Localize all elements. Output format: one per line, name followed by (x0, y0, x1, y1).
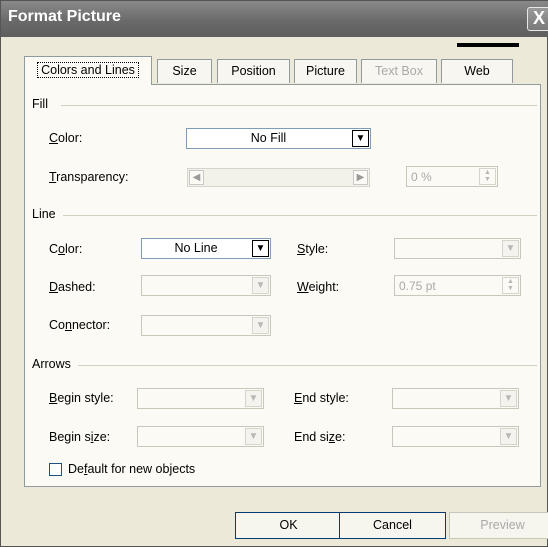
fill-color-value: No Fill (250, 131, 287, 145)
begin-style-label: Begin style: (49, 391, 114, 405)
close-icon: X (532, 8, 545, 28)
tab-text-box: Text Box (361, 59, 437, 83)
chevron-down-icon: ▼ (245, 390, 262, 407)
title-accent-bar (457, 43, 519, 47)
transparency-slider: ◀ ▶ (187, 168, 370, 187)
chevron-down-icon: ▼ (500, 428, 517, 445)
end-style-label: End style: (294, 391, 349, 405)
weight-spinner: 0.75 pt ▲ ▼ (394, 275, 521, 296)
fill-legend: Fill (32, 97, 48, 111)
title-bar: Format Picture X (1, 1, 548, 37)
line-color-label: Color: (49, 242, 83, 256)
close-button[interactable]: X (527, 7, 548, 31)
dashed-dropdown: ▼ (141, 275, 271, 296)
connector-dropdown: ▼ (141, 315, 271, 336)
connector-label: Connector: (49, 318, 111, 332)
chevron-down-icon[interactable]: ▼ (352, 130, 369, 147)
tab-size[interactable]: Size (157, 59, 212, 83)
fill-color-dropdown[interactable]: No Fill ▼ (186, 128, 371, 149)
default-for-new-objects-checkbox[interactable] (49, 463, 62, 476)
begin-size-label: Begin size: (49, 430, 111, 444)
chevron-down-icon: ▼ (252, 317, 269, 334)
transparency-value: 0 % (411, 170, 432, 184)
chevron-down-icon: ▼ (252, 277, 269, 294)
slider-left-arrow-icon: ◀ (189, 170, 204, 185)
fill-divider (61, 105, 537, 106)
begin-size-dropdown: ▼ (137, 426, 264, 447)
chevron-down-icon: ▼ (245, 428, 262, 445)
spin-arrows-icon: ▲ ▼ (502, 277, 519, 294)
end-size-dropdown: ▼ (392, 426, 519, 447)
preview-button: Preview (449, 512, 548, 539)
tab-position[interactable]: Position (217, 59, 290, 83)
spin-arrows-icon: ▲ ▼ (479, 168, 496, 185)
transparency-spinner: 0 % ▲ ▼ (406, 166, 498, 187)
ok-button[interactable]: OK (235, 512, 342, 539)
tab-web[interactable]: Web (441, 59, 513, 83)
arrows-legend: Arrows (32, 357, 71, 371)
line-divider (63, 215, 537, 216)
line-color-value: No Line (174, 241, 218, 255)
arrows-divider (78, 365, 537, 366)
dashed-label: Dashed: (49, 280, 96, 294)
dialog-title: Format Picture (8, 8, 121, 25)
transparency-label: Transparency: (49, 170, 129, 184)
chevron-down-icon[interactable]: ▼ (252, 240, 269, 257)
end-style-dropdown: ▼ (392, 388, 519, 409)
begin-style-dropdown: ▼ (137, 388, 264, 409)
line-color-dropdown[interactable]: No Line ▼ (141, 238, 271, 259)
style-dropdown: ▼ (394, 238, 521, 259)
tab-picture[interactable]: Picture (294, 59, 357, 83)
slider-right-arrow-icon: ▶ (353, 170, 368, 185)
chevron-down-icon: ▼ (500, 390, 517, 407)
tab-colors-and-lines[interactable]: Colors and Lines (24, 56, 152, 85)
cancel-button[interactable]: Cancel (339, 512, 446, 539)
end-size-label: End size: (294, 430, 346, 444)
format-picture-dialog: Format Picture X Colors and Lines Size P… (0, 0, 548, 547)
chevron-down-icon: ▼ (502, 240, 519, 257)
weight-value: 0.75 pt (399, 279, 436, 293)
style-label: Style: (297, 242, 329, 256)
fill-color-label: Color: (49, 131, 83, 145)
weight-label: Weight: (297, 280, 340, 294)
line-legend: Line (32, 207, 56, 221)
default-for-new-objects-label[interactable]: Default for new objects (68, 462, 195, 476)
